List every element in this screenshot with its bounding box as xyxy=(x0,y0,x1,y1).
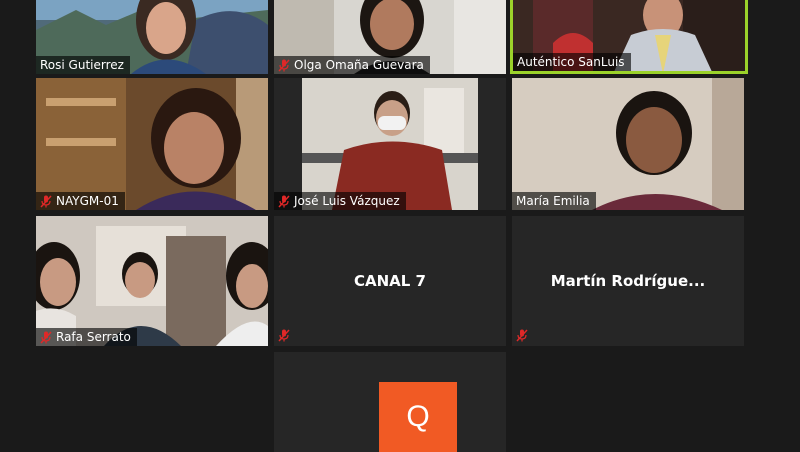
video-tile[interactable]: José Luis Vázquez xyxy=(274,78,506,210)
name-tag: María Emilia xyxy=(512,192,596,210)
video-tile[interactable]: NAYGM-01 xyxy=(36,78,268,210)
participant-name: NAYGM-01 xyxy=(56,194,119,208)
video-tile[interactable]: Rafa Serrato xyxy=(36,216,268,346)
video-tile-off[interactable]: CANAL 7 xyxy=(274,216,506,346)
participant-video xyxy=(274,78,506,210)
name-tag: Auténtico SanLuis xyxy=(513,53,631,71)
muted-mic-icon xyxy=(40,195,52,208)
muted-mic-icon xyxy=(278,195,290,208)
video-tile[interactable]: María Emilia xyxy=(512,78,744,210)
participant-name: CANAL 7 xyxy=(354,272,426,290)
participant-name: José Luis Vázquez xyxy=(294,194,400,208)
muted-mic-icon xyxy=(278,59,290,72)
video-tile-active-speaker[interactable]: Auténtico SanLuis xyxy=(510,0,748,74)
participant-video xyxy=(36,78,268,210)
participant-name: Rosi Gutierrez xyxy=(40,58,124,72)
name-tag: Olga Omaña Guevara xyxy=(274,56,430,74)
muted-mic-icon xyxy=(40,331,52,344)
muted-mic-icon xyxy=(278,329,290,342)
video-tile-off[interactable]: Q xyxy=(274,352,506,452)
participant-name: Martín Rodrígue... xyxy=(550,272,706,290)
muted-mic-icon xyxy=(516,329,528,342)
avatar: Q xyxy=(379,382,457,452)
name-tag: Rafa Serrato xyxy=(36,328,137,346)
participant-name: Auténtico SanLuis xyxy=(517,55,625,69)
name-tag: Rosi Gutierrez xyxy=(36,56,130,74)
video-tile[interactable]: Olga Omaña Guevara xyxy=(274,0,506,74)
name-tag: José Luis Vázquez xyxy=(274,192,406,210)
participant-video xyxy=(36,216,268,346)
participant-name: María Emilia xyxy=(516,194,590,208)
participant-name: Olga Omaña Guevara xyxy=(294,58,424,72)
name-tag: NAYGM-01 xyxy=(36,192,125,210)
participant-name: Rafa Serrato xyxy=(56,330,131,344)
participant-video xyxy=(512,78,744,210)
video-tile-off[interactable]: Martín Rodrígue... xyxy=(512,216,744,346)
video-tile[interactable]: Rosi Gutierrez xyxy=(36,0,268,74)
